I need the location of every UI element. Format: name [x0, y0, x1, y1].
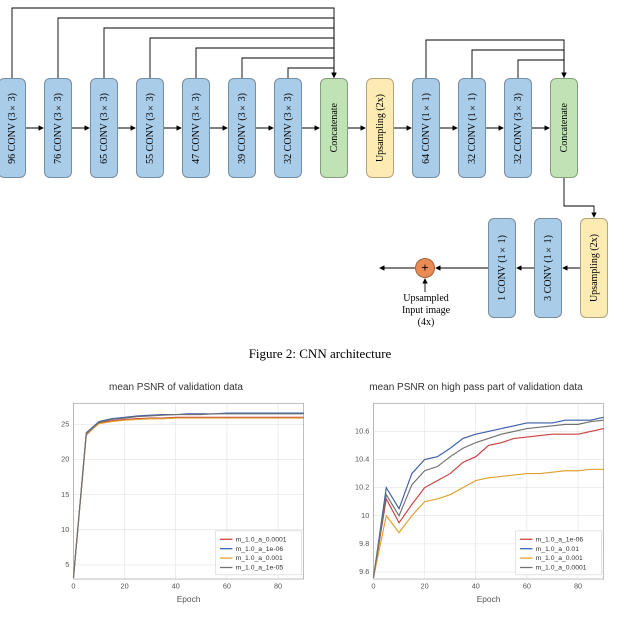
layer-label: 76 CONV (3×3)	[53, 93, 64, 164]
svg-text:Epoch: Epoch	[477, 594, 501, 604]
svg-text:80: 80	[574, 581, 582, 590]
svg-text:40: 40	[172, 581, 180, 590]
chart-title: mean PSNR on high pass part of validatio…	[340, 382, 612, 393]
svg-text:60: 60	[523, 581, 531, 590]
layer-label: 32 CONV (3×3)	[513, 93, 524, 164]
svg-text:60: 60	[223, 581, 231, 590]
layer-block: 76 CONV (3×3)	[44, 78, 72, 178]
svg-text:15: 15	[61, 490, 69, 499]
svg-text:20: 20	[421, 581, 429, 590]
layer-block: 32 CONV (3×3)	[274, 78, 302, 178]
layer-block: 65 CONV (3×3)	[90, 78, 118, 178]
layer-label: Concatenate	[559, 103, 570, 152]
layer-block: 64 CONV (1×1)	[412, 78, 440, 178]
layer-block: 39 CONV (3×3)	[228, 78, 256, 178]
svg-text:20: 20	[121, 581, 129, 590]
svg-text:5: 5	[65, 560, 69, 569]
svg-text:m_1.0_a_0.001: m_1.0_a_0.001	[236, 555, 283, 562]
layer-block: 32 CONV (1×1)	[458, 78, 486, 178]
layer-block: 55 CONV (3×3)	[136, 78, 164, 178]
layer-label: 64 CONV (1×1)	[421, 93, 432, 164]
layer-block: 47 CONV (3×3)	[182, 78, 210, 178]
layer-block: 32 CONV (3×3)	[504, 78, 532, 178]
charts-row: mean PSNR of validation data 0 20 40 60 80 5 1…	[0, 382, 640, 611]
layer-block: Concatenate	[320, 78, 348, 178]
add-node: +	[415, 258, 435, 278]
layer-block: 1 CONV (1×1)	[488, 218, 516, 318]
layer-block: Upsampling (2x)	[366, 78, 394, 178]
layer-label: 32 CONV (1×1)	[467, 93, 478, 164]
svg-text:20: 20	[61, 455, 69, 464]
svg-text:10.2: 10.2	[355, 483, 369, 492]
layer-label: 32 CONV (3×3)	[283, 93, 294, 164]
chart-canvas: 0 20 40 60 80 5 10 15 20 25 Epoch m_1.0_a_0.0001 m_1…	[40, 397, 312, 606]
svg-text:10: 10	[61, 525, 69, 534]
layer-label: Upsampling (2x)	[375, 94, 386, 162]
layer-block: 96 CONV (3×3)	[0, 78, 26, 178]
svg-text:0: 0	[371, 581, 375, 590]
svg-text:m_1.0_a_0.0001: m_1.0_a_0.0001	[536, 565, 587, 572]
svg-text:25: 25	[61, 419, 69, 428]
layer-label: Concatenate	[329, 103, 340, 152]
layer-label: 1 CONV (1×1)	[497, 235, 508, 301]
layer-label: 3 CONV (1×1)	[543, 235, 554, 301]
layer-block: Concatenate	[550, 78, 578, 178]
svg-text:9.8: 9.8	[359, 539, 369, 548]
layer-label: Upsampling (2x)	[589, 234, 600, 302]
svg-text:m_1.0_a_0.01: m_1.0_a_0.01	[536, 546, 580, 553]
layer-label: 39 CONV (3×3)	[237, 93, 248, 164]
cnn-architecture-diagram: 96 CONV (3×3) 76 CONV (3×3) 65 CONV (3×3) 5…	[0, 0, 640, 340]
svg-text:10: 10	[361, 511, 369, 520]
svg-text:Epoch: Epoch	[177, 594, 201, 604]
svg-text:9.6: 9.6	[359, 567, 369, 576]
add-node-label: UpsampledInput image(4x)	[398, 293, 454, 329]
svg-text:m_1.0_a_1e-06: m_1.0_a_1e-06	[536, 536, 584, 543]
svg-text:10.4: 10.4	[355, 455, 369, 464]
figure-caption: Figure 2: CNN architecture	[0, 346, 640, 362]
svg-text:m_1.0_a_1e-06: m_1.0_a_1e-06	[236, 546, 284, 553]
svg-text:10.6: 10.6	[355, 426, 369, 435]
chart-title: mean PSNR of validation data	[40, 382, 312, 393]
svg-text:80: 80	[274, 581, 282, 590]
layer-label: 55 CONV (3×3)	[145, 93, 156, 164]
svg-text:m_1.0_a_0.001: m_1.0_a_0.001	[536, 555, 583, 562]
chart-right: mean PSNR on high pass part of validatio…	[340, 382, 612, 611]
chart-left: mean PSNR of validation data 0 20 40 60 80 5 1…	[40, 382, 312, 611]
layer-label: 65 CONV (3×3)	[99, 93, 110, 164]
layer-block: Upsampling (2x)	[580, 218, 608, 318]
svg-text:m_1.0_a_1e-05: m_1.0_a_1e-05	[236, 565, 284, 572]
layer-label: 96 CONV (3×3)	[7, 93, 18, 164]
chart-canvas: 0 20 40 60 80 9.6 9.8 10 10.2 10.4 10.6 Epoch m_1.0_…	[340, 397, 612, 606]
svg-text:0: 0	[71, 581, 75, 590]
layer-label: 47 CONV (3×3)	[191, 93, 202, 164]
layer-block: 3 CONV (1×1)	[534, 218, 562, 318]
svg-text:m_1.0_a_0.0001: m_1.0_a_0.0001	[236, 536, 287, 543]
svg-text:40: 40	[472, 581, 480, 590]
